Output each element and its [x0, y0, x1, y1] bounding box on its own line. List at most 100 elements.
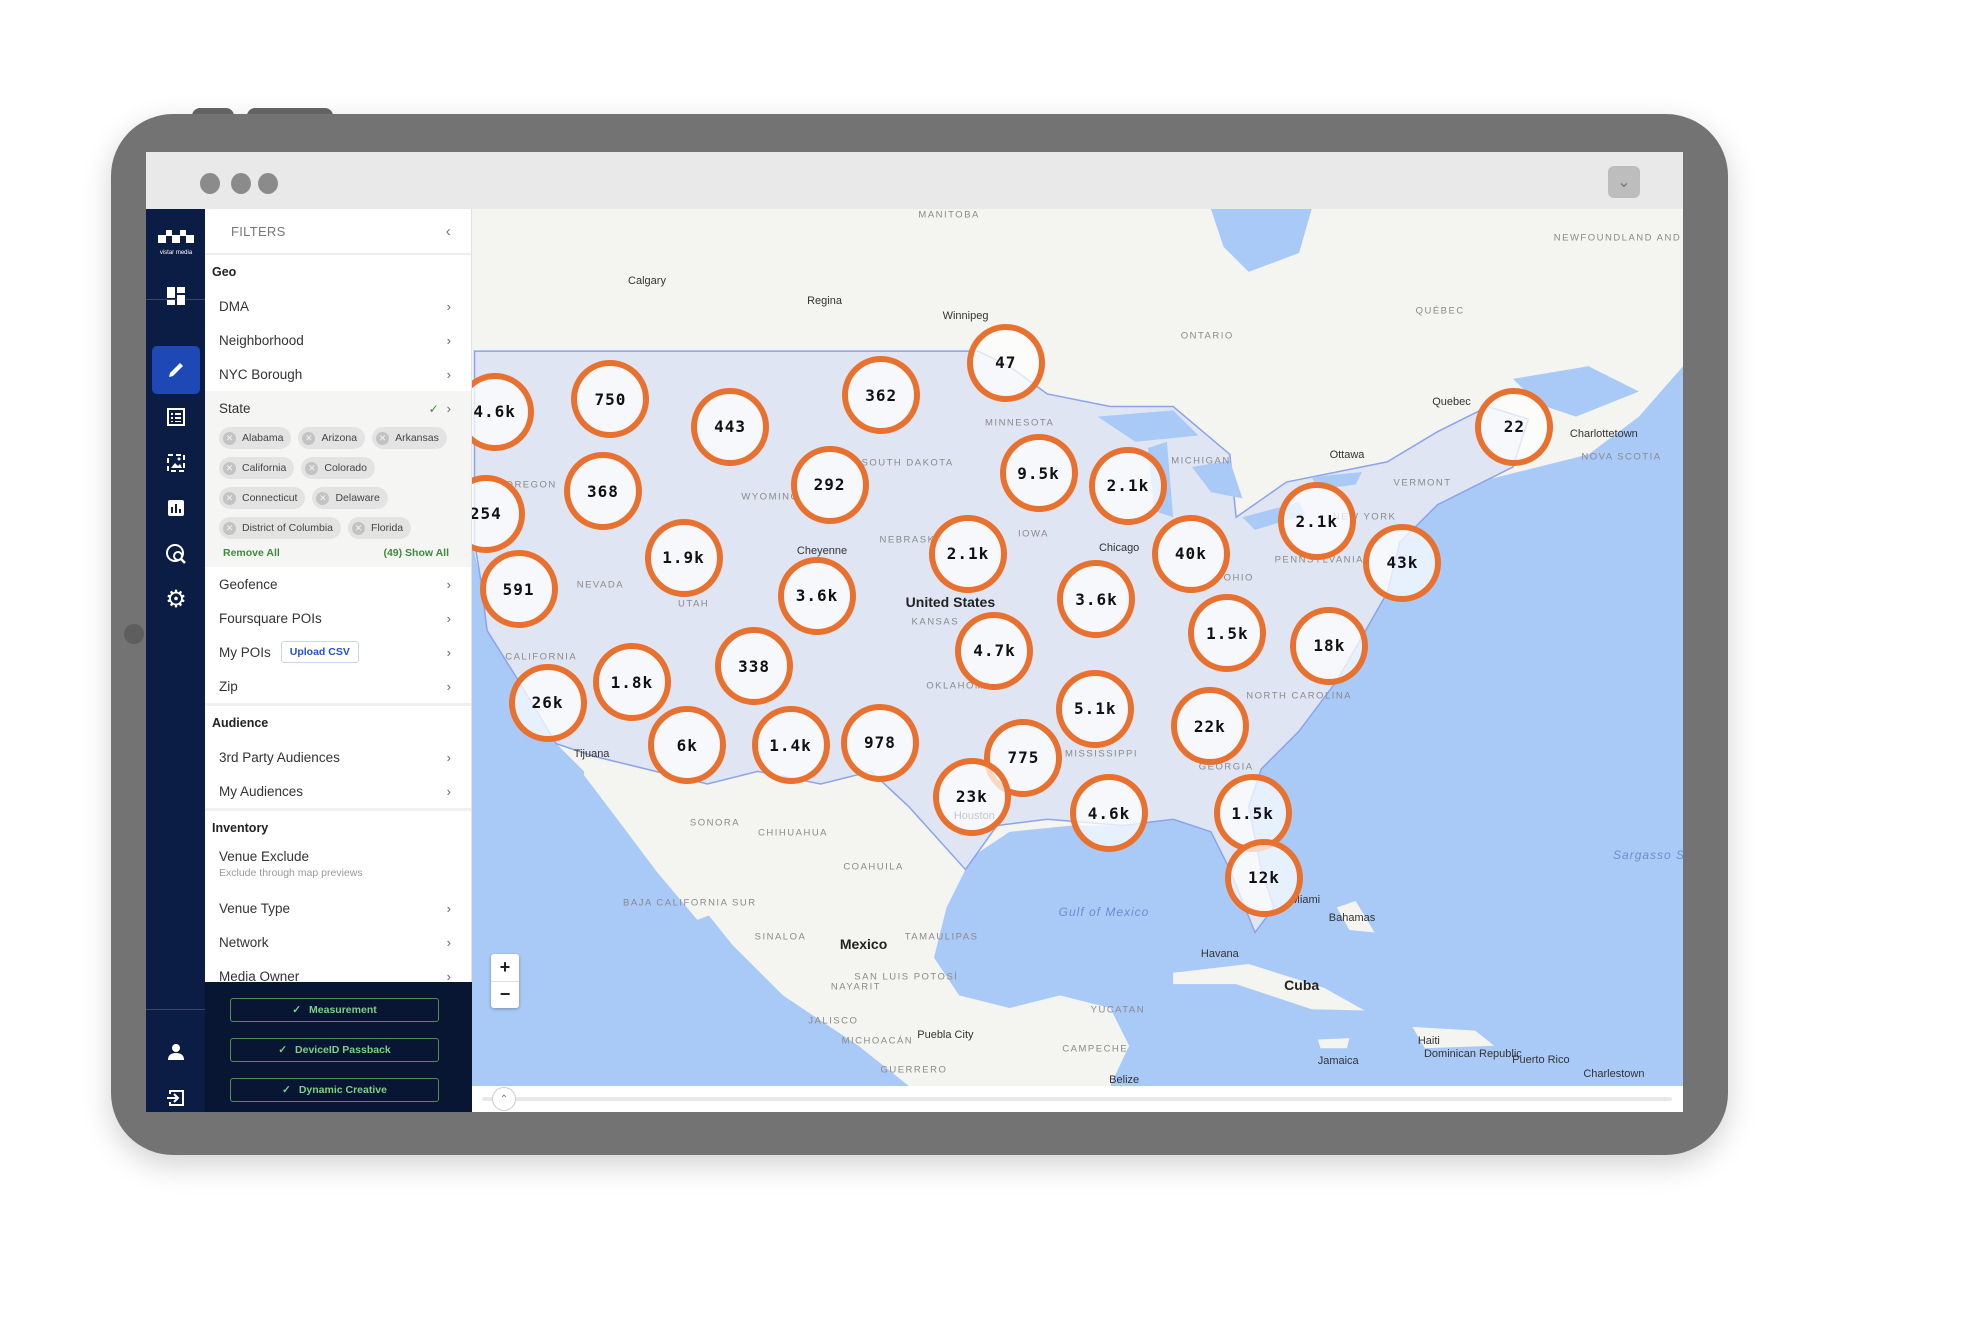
map-place-label: Puebla City [917, 1028, 974, 1041]
remove-chip-icon[interactable]: ✕ [305, 461, 319, 475]
remove-all-link[interactable]: Remove All [223, 547, 280, 559]
map-view[interactable]: MANITOBA ONTARIO QUÉBEC NEWFOUNDLAND AND LA… [472, 209, 1683, 1086]
filter-item-my-pois[interactable]: My POIs Upload CSV › [205, 635, 471, 669]
map-place-label: Mexico [839, 936, 888, 953]
remove-chip-icon[interactable]: ✕ [223, 491, 236, 505]
map-place-label: Charlestown [1583, 1067, 1645, 1080]
filters-header: FILTERS ‹ [205, 209, 471, 255]
window-control-dot[interactable] [200, 173, 220, 194]
map-cluster-marker[interactable]: 43k [1363, 523, 1442, 602]
map-place-label: ONTARIO [1180, 330, 1234, 342]
map-cluster-marker[interactable]: 1.8k [592, 643, 671, 722]
map-cluster-marker[interactable]: 443 [691, 387, 770, 466]
remove-chip-icon[interactable]: ✕ [223, 461, 236, 475]
map-place-label: SINALOA [754, 931, 807, 943]
logout-icon[interactable] [161, 1083, 191, 1112]
filter-item-my-audiences[interactable]: My Audiences › [205, 774, 471, 808]
map-cluster-marker[interactable]: 338 [715, 627, 794, 706]
filter-item-state[interactable]: State ✓ › [205, 391, 471, 425]
collapse-panel-chevron-left-icon[interactable]: ‹ [446, 223, 451, 240]
map-cluster-marker[interactable]: 22k [1170, 687, 1249, 766]
map-cluster-marker[interactable]: 40k [1151, 514, 1230, 593]
state-chip-actions: Remove All (49) Show All [205, 539, 471, 567]
bar-chart-icon[interactable] [161, 493, 191, 523]
dashboard-icon[interactable] [161, 281, 191, 311]
map-cluster-marker[interactable]: 1.9k [644, 518, 723, 597]
map-cluster-marker[interactable]: 18k [1290, 606, 1369, 685]
map-place-label: MISSISSIPPI [1065, 748, 1138, 760]
remove-chip-icon[interactable]: ✕ [316, 491, 330, 505]
filter-item-dma[interactable]: DMA › [205, 289, 471, 323]
map-cluster-marker[interactable]: 1.4k [751, 706, 830, 785]
filter-item-zip[interactable]: Zip › [205, 669, 471, 703]
filter-item-network[interactable]: Network › [205, 925, 471, 959]
upload-csv-button[interactable]: Upload CSV [280, 641, 359, 663]
state-chip: ✕ California [219, 457, 295, 479]
chip-label: Delaware [335, 492, 380, 504]
chip-label: Arizona [321, 432, 358, 444]
map-cluster-marker[interactable]: 2.1k [929, 514, 1008, 593]
window-control-dot[interactable] [258, 173, 278, 194]
cuba [1173, 963, 1365, 1011]
list-icon[interactable] [161, 402, 191, 432]
window-control-dot[interactable] [231, 173, 251, 194]
map-cluster-marker[interactable]: 26k [508, 663, 587, 742]
map-cluster-marker[interactable]: 3.6k [777, 556, 856, 635]
map-place-label: Cuba [1284, 976, 1320, 993]
map-cluster-marker[interactable]: 4.7k [955, 611, 1034, 690]
drawer-track [482, 1097, 1672, 1101]
filter-item-foursquare-pois[interactable]: Foursquare POIs › [205, 601, 471, 635]
filter-item-venue-type[interactable]: Venue Type › [205, 891, 471, 925]
gear-icon[interactable]: ⚙ [161, 584, 191, 614]
remove-chip-icon[interactable]: ✕ [302, 431, 316, 445]
map-zoom-controls: + − [491, 954, 519, 1008]
deviceid-passback-button[interactable]: ✓ DeviceID Passback [230, 1038, 439, 1062]
map-place-label: YUCATAN [1090, 1004, 1146, 1016]
pencil-icon[interactable] [161, 355, 191, 385]
remove-chip-icon[interactable]: ✕ [223, 521, 236, 535]
map-cluster-marker[interactable]: 47 [966, 323, 1045, 402]
image-icon[interactable] [161, 448, 191, 478]
show-all-link[interactable]: (49) Show All [383, 547, 449, 559]
app-window: ⌄ vistar media ⚙ FILTERS ‹ Geo DMA › Neig… [146, 152, 1683, 1112]
filter-label: My Audiences [219, 783, 304, 799]
filter-item-3rd-party-audiences[interactable]: 3rd Party Audiences › [205, 740, 471, 774]
map-cluster-marker[interactable]: 22 [1475, 387, 1554, 466]
map-cluster-marker[interactable]: 978 [840, 703, 919, 782]
map-cluster-marker[interactable]: 23k [932, 757, 1011, 836]
map-cluster-marker[interactable]: 368 [563, 452, 642, 531]
map-place-label: KANSAS [911, 616, 960, 628]
remove-chip-icon[interactable]: ✕ [223, 431, 236, 445]
remove-chip-icon[interactable]: ✕ [376, 431, 390, 445]
zoom-out-button[interactable]: − [491, 982, 519, 1009]
expand-drawer-chevron-up-icon[interactable]: ⌃ [492, 1087, 516, 1111]
filter-item-nyc-borough[interactable]: NYC Borough › [205, 357, 471, 391]
map-place-label: MICHIGAN [1171, 455, 1231, 467]
globe-search-icon[interactable] [161, 539, 191, 569]
map-cluster-marker[interactable]: 292 [790, 445, 869, 524]
filter-item-venue-exclude[interactable]: Venue Exclude Exclude through map previe… [205, 845, 471, 891]
map-place-label: JALISCO [808, 1015, 859, 1027]
measurement-button[interactable]: ✓ Measurement [230, 998, 439, 1022]
filter-item-neighborhood[interactable]: Neighborhood › [205, 323, 471, 357]
map-place-label: Belize [1109, 1074, 1140, 1086]
filter-item-media-owner[interactable]: Media Owner › [205, 959, 471, 983]
map-cluster-marker[interactable]: 2.1k [1088, 446, 1167, 525]
dynamic-creative-button[interactable]: ✓ Dynamic Creative [230, 1078, 439, 1102]
zoom-in-button[interactable]: + [491, 954, 519, 982]
map-cluster-marker[interactable]: 5.1k [1056, 669, 1135, 748]
filter-item-geofence[interactable]: Geofence › [205, 567, 471, 601]
map-cluster-marker[interactable]: 4.6k [1070, 774, 1149, 853]
map-cluster-marker[interactable]: 12k [1224, 838, 1303, 917]
map-place-label: GUERRERO [880, 1064, 948, 1076]
map-cluster-marker[interactable]: 9.5k [999, 434, 1078, 513]
user-icon[interactable] [161, 1037, 191, 1067]
map-cluster-marker[interactable]: 2.1k [1277, 482, 1356, 561]
remove-chip-icon[interactable]: ✕ [352, 521, 366, 535]
window-dropdown-button[interactable]: ⌄ [1608, 166, 1640, 198]
map-place-label: COAHUILA [843, 861, 904, 873]
map-cluster-marker[interactable]: 591 [479, 550, 558, 629]
state-chips: ✕ Alabama ✕ Arizona ✕ Arkansas ✕ California ✕ Col… [205, 425, 471, 539]
vistar-media-logo[interactable]: vistar media [153, 227, 199, 256]
map-cluster-marker[interactable]: 362 [842, 356, 921, 435]
